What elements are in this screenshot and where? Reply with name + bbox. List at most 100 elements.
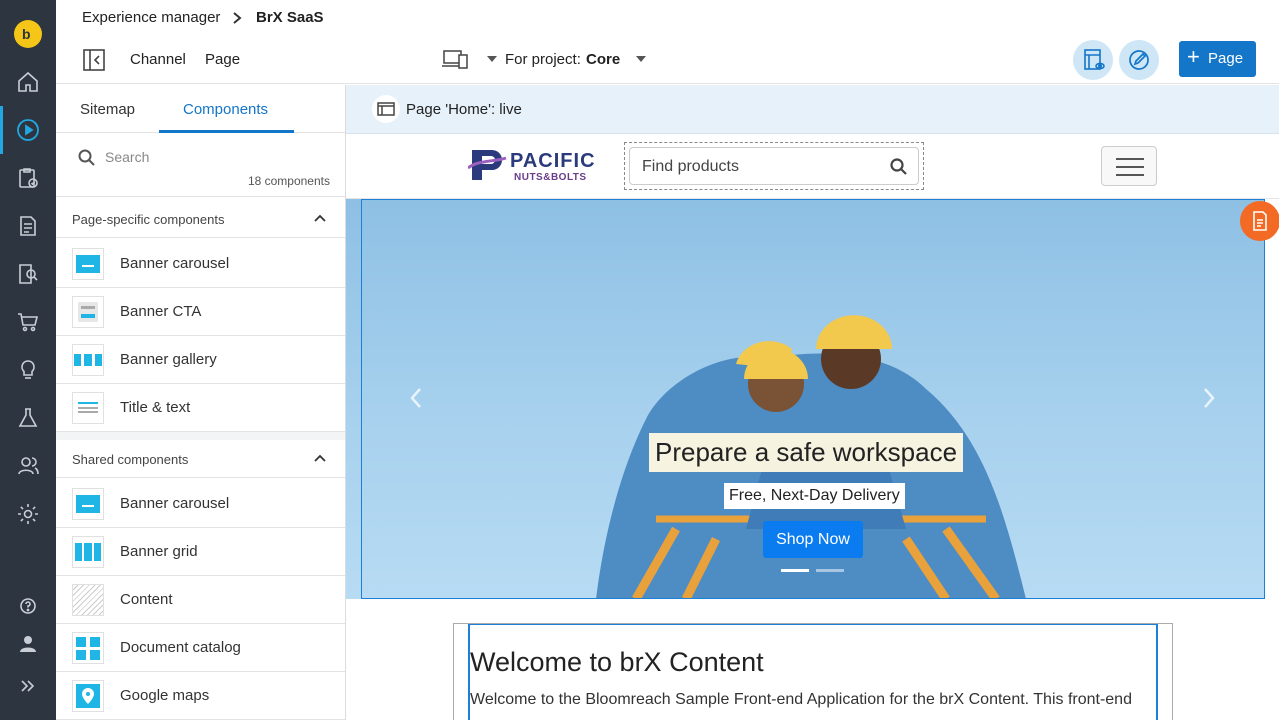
page-status-text: Page 'Home': live xyxy=(406,101,522,118)
menu-toggle-button[interactable] xyxy=(1101,146,1157,186)
component-name: Banner CTA xyxy=(120,303,202,320)
projects-icon[interactable] xyxy=(16,166,40,190)
component-content[interactable]: Content xyxy=(56,576,345,624)
component-search: Search 18 components xyxy=(56,133,345,197)
banner-gallery-icon xyxy=(72,344,104,376)
page-menu[interactable]: Page xyxy=(205,51,240,68)
component-name: Banner gallery xyxy=(120,351,217,368)
audiences-icon[interactable] xyxy=(16,454,40,478)
content-icon[interactable] xyxy=(16,214,40,238)
chevron-up-icon xyxy=(314,454,326,462)
home-icon[interactable] xyxy=(16,70,40,94)
document-catalog-icon xyxy=(72,632,104,664)
section-title: Page-specific components xyxy=(72,212,225,227)
breadcrumb-root[interactable]: Experience manager xyxy=(82,9,220,26)
search-icon[interactable] xyxy=(890,158,908,176)
brand-name: PACIFIC xyxy=(510,150,596,172)
component-count: 18 components xyxy=(247,174,330,188)
document-icon xyxy=(1253,211,1267,231)
new-page-label: Page xyxy=(1208,50,1244,67)
project-dropdown-caret-icon[interactable] xyxy=(635,55,647,63)
component-title-text[interactable]: Title & text xyxy=(56,384,345,432)
component-name: Google maps xyxy=(120,687,210,704)
banner-carousel-icon xyxy=(72,488,104,520)
tab-sitemap[interactable]: Sitemap xyxy=(80,101,135,118)
component-google-maps[interactable]: Google maps xyxy=(56,672,345,720)
device-switch-icon[interactable] xyxy=(442,48,468,70)
banner-cta-icon xyxy=(72,296,104,328)
app-rail: b xyxy=(0,0,56,720)
insights-bulb-icon[interactable] xyxy=(16,358,40,382)
panel-tabs: Sitemap Components xyxy=(56,85,345,133)
search-input[interactable]: Search xyxy=(105,149,149,165)
expand-rail-icon[interactable] xyxy=(16,674,40,698)
pacific-logo-icon xyxy=(468,150,507,180)
component-name: Banner grid xyxy=(120,543,198,560)
preview-mode-button[interactable] xyxy=(1073,40,1113,80)
component-document-catalog[interactable]: Document catalog xyxy=(56,624,345,672)
plus-icon: + xyxy=(1187,44,1200,69)
site-search-frame: Find products xyxy=(624,142,924,190)
component-name: Title & text xyxy=(120,399,191,416)
user-icon[interactable] xyxy=(16,632,40,656)
page-status-bar: Page 'Home': live xyxy=(346,85,1279,134)
carousel-next-icon[interactable] xyxy=(1199,386,1219,410)
component-name: Document catalog xyxy=(120,639,241,656)
dropdown-caret-icon[interactable] xyxy=(486,55,498,63)
edit-pencil-icon xyxy=(1129,50,1149,70)
shop-now-button[interactable]: Shop Now xyxy=(763,521,863,558)
hero-title: Prepare a safe workspace xyxy=(649,433,964,472)
edit-content-badge[interactable] xyxy=(1240,201,1279,241)
carousel-dot[interactable] xyxy=(816,569,844,572)
settings-gear-icon[interactable] xyxy=(16,502,40,526)
new-page-button[interactable]: + Page xyxy=(1179,41,1256,77)
rail-active-indicator xyxy=(0,106,3,154)
banner-grid-icon xyxy=(72,536,104,568)
hero-banner: Prepare a safe workspace Free, Next-Day … xyxy=(346,199,1265,599)
component-name: Content xyxy=(120,591,173,608)
edit-mode-button[interactable] xyxy=(1119,40,1159,80)
brand-tagline: NUTS&BOLTS xyxy=(514,172,587,183)
site-search-placeholder: Find products xyxy=(642,158,739,175)
collapse-panel-icon[interactable] xyxy=(82,48,106,72)
page-preview: Page 'Home': live PACIFIC NUTS&BOLTS Fin… xyxy=(346,85,1279,720)
tab-components[interactable]: Components xyxy=(183,101,268,118)
content-placeholder-icon xyxy=(72,584,104,616)
content-search-icon[interactable] xyxy=(16,262,40,286)
component-banner-carousel[interactable]: Banner carousel xyxy=(56,240,345,288)
component-name: Banner carousel xyxy=(120,255,230,272)
page-layout-icon[interactable] xyxy=(372,95,400,123)
experiments-flask-icon[interactable] xyxy=(16,406,40,430)
content-body: Welcome to the Bloomreach Sample Front-e… xyxy=(470,691,1132,708)
hero-subtitle: Free, Next-Day Delivery xyxy=(724,483,905,509)
chevron-right-icon xyxy=(233,12,242,24)
section-separator xyxy=(56,432,345,440)
carousel-prev-icon[interactable] xyxy=(406,386,426,410)
title-text-icon xyxy=(72,392,104,424)
site-search-input[interactable]: Find products xyxy=(629,147,919,185)
cart-icon[interactable] xyxy=(16,310,40,334)
page-preview-icon xyxy=(1084,49,1105,70)
component-banner-grid[interactable]: Banner grid xyxy=(56,528,345,576)
section-shared[interactable]: Shared components xyxy=(56,440,345,478)
bloomreach-logo-icon[interactable]: b xyxy=(14,20,42,48)
toolbar: Channel Page For project: Core + Page xyxy=(56,36,1279,84)
component-name: Banner carousel xyxy=(120,495,230,512)
site-logo[interactable]: PACIFIC NUTS&BOLTS xyxy=(468,148,610,183)
section-page-specific[interactable]: Page-specific components xyxy=(56,200,345,238)
search-icon xyxy=(78,149,95,166)
project-value[interactable]: Core xyxy=(586,51,620,68)
chevron-up-icon xyxy=(314,214,326,222)
component-shared-banner-carousel[interactable]: Banner carousel xyxy=(56,480,345,528)
content-heading: Welcome to brX Content xyxy=(470,647,764,677)
hamburger-icon xyxy=(1116,158,1144,176)
channel-menu[interactable]: Channel xyxy=(130,51,186,68)
carousel-dot-active[interactable] xyxy=(781,569,809,572)
help-icon[interactable] xyxy=(16,594,40,618)
component-banner-cta[interactable]: Banner CTA xyxy=(56,288,345,336)
component-banner-gallery[interactable]: Banner gallery xyxy=(56,336,345,384)
project-label: For project: xyxy=(505,51,581,68)
experience-manager-icon[interactable] xyxy=(16,118,40,142)
section-title: Shared components xyxy=(72,452,189,467)
map-pin-icon xyxy=(72,680,104,712)
